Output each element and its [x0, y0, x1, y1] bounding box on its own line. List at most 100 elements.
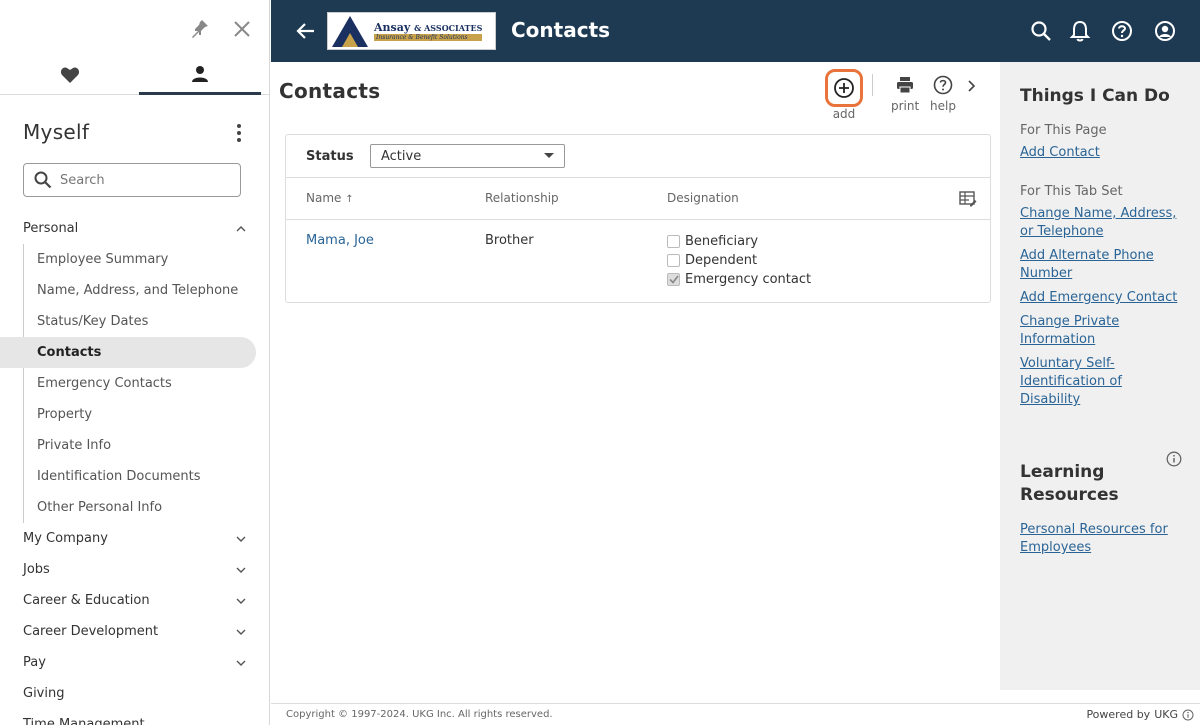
- sidebar-tabs: [0, 55, 269, 95]
- status-label: Status: [306, 148, 354, 164]
- nav-item-other-personal-info[interactable]: Other Personal Info: [24, 492, 269, 523]
- table-row: Mama, Joe Brother Beneficiary Dependent …: [286, 220, 990, 302]
- chevron-down-icon: [236, 536, 246, 542]
- change-name-address-link[interactable]: Change Name, Address, or Telephone: [1020, 205, 1180, 241]
- sidebar-nav: Personal Employee Summary Name, Address,…: [0, 213, 269, 725]
- contact-name-link[interactable]: Mama, Joe: [306, 233, 374, 248]
- add-emergency-contact-link[interactable]: Add Emergency Contact: [1020, 289, 1180, 307]
- search-input[interactable]: [60, 172, 220, 188]
- company-logo: Ansay & ASSOCIATES Insurance & Benefit S…: [327, 12, 496, 50]
- info-icon[interactable]: [1166, 451, 1182, 467]
- chevron-down-icon: [236, 598, 246, 604]
- nav-item-property[interactable]: Property: [24, 399, 269, 430]
- designation-label: Emergency contact: [685, 272, 812, 287]
- column-settings-icon[interactable]: [959, 191, 977, 210]
- chevron-right-icon[interactable]: [966, 78, 978, 92]
- designation-beneficiary: Beneficiary: [667, 232, 811, 251]
- nav-section-career-development[interactable]: Career Development: [0, 616, 269, 647]
- help-icon[interactable]: [1111, 20, 1133, 42]
- sidebar-title: Myself: [23, 120, 90, 144]
- powered-by-label: Powered by: [1086, 708, 1151, 721]
- for-this-page-label: For This Page: [1020, 123, 1107, 138]
- designation-emergency-contact: Emergency contact: [667, 270, 811, 289]
- personal-submenu: Employee Summary Name, Address, and Tele…: [0, 244, 269, 523]
- logo-tagline: Insurance & Benefit Solutions: [374, 34, 483, 41]
- nav-section-career-education[interactable]: Career & Education: [0, 585, 269, 616]
- designation-label: Beneficiary: [685, 234, 759, 249]
- change-private-info-link[interactable]: Change Private Information: [1020, 313, 1180, 349]
- sort-ascending-icon: ↑: [345, 194, 354, 205]
- nav-section-giving[interactable]: Giving: [0, 678, 269, 709]
- nav-item-contacts[interactable]: Contacts: [0, 337, 256, 368]
- learning-resources-heading: Learning Resources: [1020, 462, 1119, 505]
- column-header-designation: Designation: [667, 191, 739, 205]
- status-select[interactable]: Active: [370, 144, 565, 168]
- chevron-down-icon: [236, 629, 246, 635]
- nav-section-label: Time Management: [23, 717, 145, 725]
- add-alternate-phone-link[interactable]: Add Alternate Phone Number: [1020, 247, 1180, 283]
- column-header-name[interactable]: Name ↑: [306, 191, 354, 205]
- voluntary-self-identification-link[interactable]: Voluntary Self-Identification of Disabil…: [1020, 355, 1180, 409]
- designation-list: Beneficiary Dependent Emergency contact: [667, 232, 811, 289]
- contacts-table-card: Status Active Name ↑ Relationship Design…: [285, 134, 991, 303]
- toolbar-divider: [872, 74, 873, 96]
- nav-section-my-company[interactable]: My Company: [0, 523, 269, 554]
- logo-name-suffix: & ASSOCIATES: [414, 23, 483, 33]
- more-options-icon[interactable]: [230, 122, 248, 144]
- info-icon[interactable]: [1182, 709, 1194, 721]
- powered-by: Powered by UKG: [1086, 708, 1194, 721]
- checkbox-unchecked: [667, 254, 680, 267]
- checkbox-unchecked: [667, 235, 680, 248]
- nav-item-private-info[interactable]: Private Info: [24, 430, 269, 461]
- chevron-down-icon: [236, 567, 246, 573]
- sidebar: Myself Personal Employee Summary Name, A…: [0, 0, 270, 725]
- designation-dependent: Dependent: [667, 251, 811, 270]
- table-header: Name ↑ Relationship Designation: [286, 178, 990, 220]
- personal-resources-link[interactable]: Personal Resources for Employees: [1020, 521, 1180, 557]
- bell-icon[interactable]: [1069, 20, 1091, 42]
- add-contact-link[interactable]: Add Contact: [1020, 144, 1180, 162]
- nav-item-employee-summary[interactable]: Employee Summary: [24, 244, 269, 275]
- column-header-name-label: Name: [306, 191, 342, 205]
- nav-item-name-address-telephone[interactable]: Name, Address, and Telephone: [24, 275, 269, 306]
- header-title: Contacts: [511, 18, 611, 42]
- relationship-value: Brother: [485, 233, 534, 248]
- back-arrow-icon[interactable]: [295, 20, 317, 42]
- pin-icon[interactable]: [190, 18, 210, 40]
- search-icon: [34, 171, 52, 189]
- add-label: add: [832, 107, 856, 121]
- sidebar-search[interactable]: [23, 163, 241, 197]
- add-circle-icon: [834, 78, 854, 98]
- footer: Copyright © 1997-2024. UKG Inc. All righ…: [271, 703, 1200, 725]
- panel-heading: Things I Can Do: [1020, 86, 1170, 106]
- nav-section-label: My Company: [23, 531, 108, 546]
- tab-myself[interactable]: [139, 55, 261, 95]
- help-label: help: [930, 99, 956, 113]
- chevron-down-icon: [236, 660, 246, 666]
- status-filter-row: Status Active: [286, 135, 990, 178]
- printer-icon: [897, 77, 914, 94]
- close-icon[interactable]: [232, 18, 252, 40]
- nav-section-time-management[interactable]: Time Management: [0, 709, 269, 725]
- nav-section-personal[interactable]: Personal: [0, 213, 269, 244]
- person-icon: [192, 65, 208, 82]
- help-button[interactable]: help: [930, 75, 956, 113]
- logo-name: Ansay: [374, 21, 411, 34]
- user-account-icon[interactable]: [1154, 20, 1176, 42]
- nav-section-jobs[interactable]: Jobs: [0, 554, 269, 585]
- search-icon[interactable]: [1030, 20, 1052, 42]
- add-button[interactable]: add: [825, 69, 863, 121]
- nav-item-emergency-contacts[interactable]: Emergency Contacts: [24, 368, 269, 399]
- copyright-text: Copyright © 1997-2024. UKG Inc. All righ…: [286, 709, 553, 720]
- nav-section-pay[interactable]: Pay: [0, 647, 269, 678]
- sidebar-top-controls: [0, 14, 269, 44]
- tab-favorites[interactable]: [9, 55, 131, 95]
- nav-item-status-key-dates[interactable]: Status/Key Dates: [24, 306, 269, 337]
- nav-item-identification-documents[interactable]: Identification Documents: [24, 461, 269, 492]
- print-button[interactable]: print: [891, 75, 919, 113]
- status-select-value: Active: [381, 148, 422, 164]
- nav-section-label: Giving: [23, 686, 65, 701]
- top-header: Ansay & ASSOCIATES Insurance & Benefit S…: [271, 0, 1200, 62]
- print-label: print: [891, 99, 920, 113]
- page-title: Contacts: [279, 79, 381, 103]
